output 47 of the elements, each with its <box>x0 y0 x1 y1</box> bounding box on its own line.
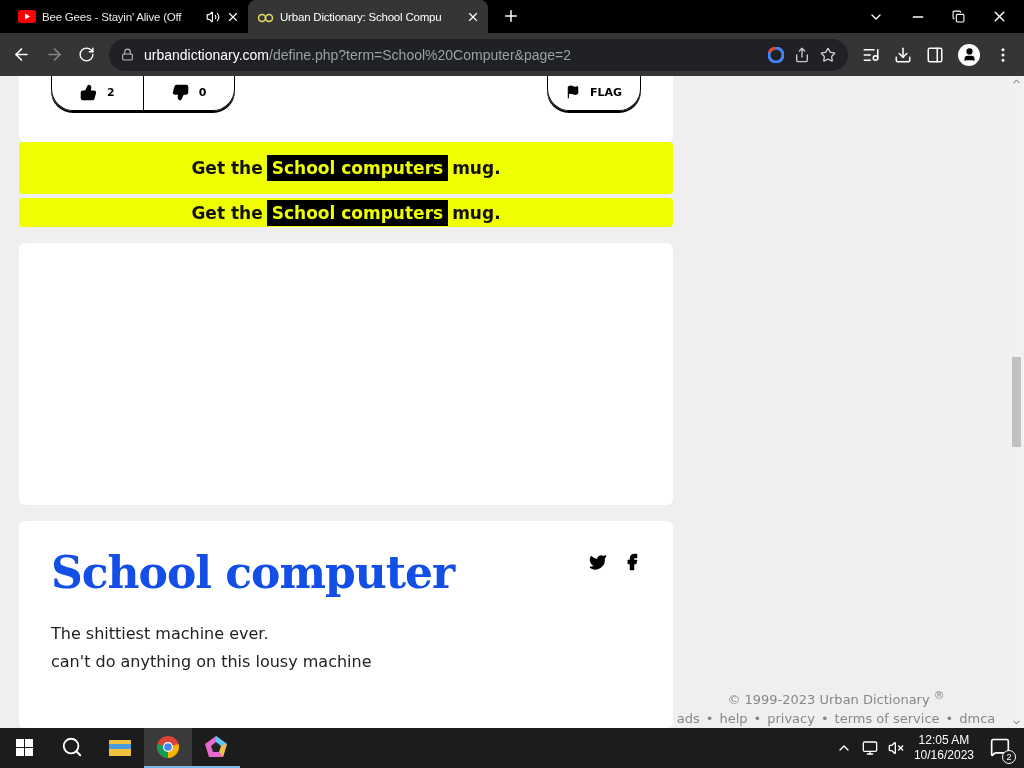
lock-icon <box>121 48 134 61</box>
muted-speaker-icon[interactable] <box>887 740 904 756</box>
clock[interactable]: 12:05 AM 10/16/2023 <box>913 733 974 763</box>
definition-title[interactable]: School computer <box>51 547 455 599</box>
thumbs-down-icon <box>171 83 189 101</box>
network-icon[interactable] <box>861 740 878 756</box>
separator-dot: • <box>820 711 829 726</box>
back-icon[interactable] <box>12 45 31 64</box>
url-text: urbandictionary.com/define.php?term=School%20Computer&page=2 <box>144 46 572 63</box>
search-icon <box>61 736 83 758</box>
chrome-icon <box>156 735 180 759</box>
side-panel-icon[interactable] <box>926 45 944 64</box>
download-icon[interactable] <box>894 45 912 64</box>
upvote-button[interactable]: 2 <box>52 76 143 110</box>
copyright-text: © 1999-2023 Urban Dictionary $^{®}$ <box>727 688 945 707</box>
video-icon <box>18 10 36 23</box>
flag-button[interactable]: FLAG <box>547 76 640 110</box>
definition-text: The shittiest machine ever. <box>51 623 270 646</box>
scroll-thumb[interactable] <box>1012 357 1021 447</box>
separator-dot: • <box>705 711 714 726</box>
profile-icon[interactable] <box>958 43 980 66</box>
taskbar-app[interactable] <box>144 728 192 768</box>
promo-text: Get the School computers mug. <box>191 199 501 226</box>
forward-icon[interactable] <box>45 45 64 64</box>
restore-icon[interactable] <box>952 10 965 23</box>
google-icon[interactable] <box>768 46 784 63</box>
reload-icon[interactable] <box>78 46 95 63</box>
separator-dot: • <box>753 711 762 726</box>
separator-dot: • <box>945 711 954 726</box>
new-tab-icon[interactable] <box>502 7 520 25</box>
definition-text: can't do anything on this lousy machine <box>51 651 373 674</box>
browser-tab[interactable]: Bee Gees - Stayin' Alive (Off <box>8 0 248 33</box>
folder-icon <box>109 738 131 756</box>
promo-banner[interactable]: Get the School computers mug. <box>19 198 673 228</box>
address-bar[interactable]: urbandictionary.com/define.php?term=School%20Computer&page=2 <box>109 38 848 71</box>
twitter-icon[interactable] <box>589 553 607 572</box>
flag-icon <box>565 85 580 99</box>
downvote-button[interactable]: 0 <box>142 76 235 110</box>
promo-text: Get the School computers mug. <box>191 155 501 182</box>
pentagon-icon <box>204 735 228 759</box>
browser-tab[interactable]: Urban Dictionary: School Compu <box>248 0 488 33</box>
windows-icon <box>15 738 33 756</box>
speaker-icon[interactable] <box>206 9 220 24</box>
share-icon[interactable] <box>794 46 810 63</box>
star-icon[interactable] <box>820 46 836 63</box>
promo-banner[interactable]: Get the School computers mug. <box>19 142 673 195</box>
thumbs-up-icon <box>80 83 97 101</box>
